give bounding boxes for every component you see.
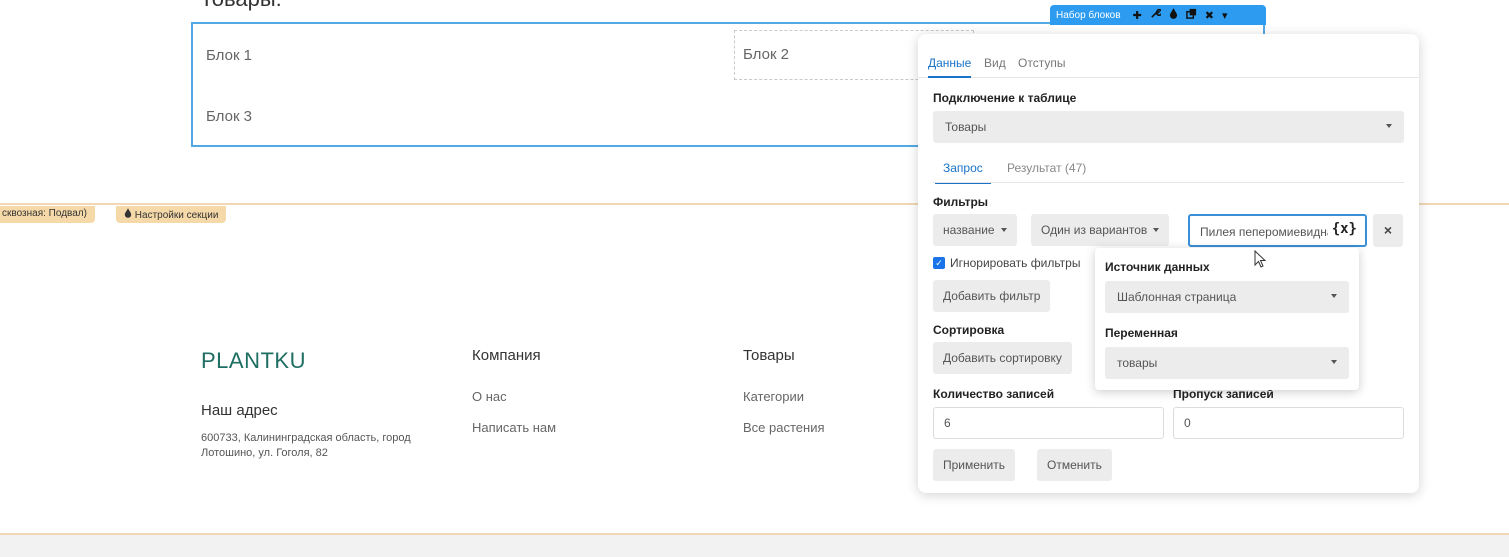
records-count-label: Количество записей bbox=[933, 387, 1055, 401]
footer-col-products-title: Товары bbox=[743, 347, 795, 364]
ignore-filters-label: Игнорировать фильтры bbox=[950, 256, 1081, 270]
drop-icon[interactable] bbox=[1169, 8, 1178, 22]
tab-view[interactable]: Вид bbox=[984, 56, 1006, 70]
chevron-down-icon bbox=[1331, 294, 1337, 298]
table-select-value: Товары bbox=[945, 120, 987, 134]
remove-filter-button[interactable]: × bbox=[1373, 214, 1403, 247]
tab-margins[interactable]: Отступы bbox=[1018, 56, 1065, 70]
records-skip-input[interactable]: 0 bbox=[1173, 407, 1404, 439]
data-source-select[interactable]: Шаблонная страница bbox=[1105, 281, 1349, 313]
data-source-value: Шаблонная страница bbox=[1117, 290, 1237, 304]
filter-value-input[interactable]: Пилея пеперомиевидная {x} bbox=[1188, 214, 1367, 247]
plus-icon[interactable]: ✚ bbox=[1133, 9, 1142, 22]
page-heading: Товары: bbox=[200, 0, 282, 12]
footer-link-all-plants[interactable]: Все растения bbox=[743, 420, 825, 435]
block-1[interactable]: Блок 1 bbox=[206, 47, 252, 64]
variable-value: товары bbox=[1117, 356, 1158, 370]
chevron-down-icon bbox=[1153, 228, 1160, 232]
data-source-label: Источник данных bbox=[1105, 260, 1210, 274]
footer-bottom-band bbox=[0, 535, 1509, 557]
add-sort-button[interactable]: Добавить сортировку bbox=[933, 342, 1072, 374]
table-connection-label: Подключение к таблице bbox=[933, 91, 1077, 105]
variable-label: Переменная bbox=[1105, 326, 1178, 340]
chevron-down-icon bbox=[1331, 360, 1337, 364]
footer-link-contact[interactable]: Написать нам bbox=[472, 420, 556, 435]
tab-data[interactable]: Данные bbox=[928, 56, 972, 78]
filter-operator-value: Один из вариантов bbox=[1041, 223, 1148, 237]
subtab-query[interactable]: Запрос bbox=[935, 161, 991, 184]
brand-logo[interactable]: PLANTKU bbox=[201, 348, 306, 374]
footer-link-about[interactable]: О нас bbox=[472, 389, 507, 404]
records-count-value: 6 bbox=[944, 416, 951, 430]
block-set-title: Набор блоков bbox=[1056, 9, 1121, 21]
copy-icon[interactable] bbox=[1185, 8, 1197, 22]
filters-label: Фильтры bbox=[933, 195, 989, 209]
cancel-button[interactable]: Отменить bbox=[1037, 449, 1112, 481]
block-3[interactable]: Блок 3 bbox=[206, 108, 252, 125]
variable-select[interactable]: товары bbox=[1105, 347, 1349, 379]
chevron-down-icon bbox=[1000, 228, 1007, 232]
sort-label: Сортировка bbox=[933, 323, 1005, 337]
records-skip-value: 0 bbox=[1184, 416, 1191, 430]
block-2-label: Блок 2 bbox=[743, 46, 790, 63]
block-set-toolbar: Набор блоков ✚ ✖ ▾ bbox=[1050, 5, 1266, 25]
filter-field-dropdown[interactable]: название bbox=[933, 214, 1017, 246]
variable-popover: Источник данных Шаблонная страница Перем… bbox=[1095, 248, 1359, 390]
chevron-down-icon bbox=[1386, 124, 1392, 128]
filter-field-value: название bbox=[943, 223, 995, 237]
section-settings-label: Настройки секции bbox=[134, 210, 219, 221]
filter-value-text: Пилея пеперомиевидная bbox=[1200, 225, 1328, 239]
ignore-filters-checkbox[interactable]: ✓ bbox=[933, 257, 945, 269]
section-settings-button[interactable]: Настройки секции bbox=[116, 206, 227, 223]
table-select[interactable]: Товары bbox=[933, 111, 1404, 143]
wrench-icon[interactable] bbox=[1150, 8, 1163, 22]
filter-operator-dropdown[interactable]: Один из вариантов bbox=[1031, 214, 1170, 246]
panel-tabs: Данные Вид Отступы bbox=[918, 34, 1419, 78]
mouse-cursor-icon bbox=[1254, 249, 1268, 275]
subtab-result[interactable]: Результат (47) bbox=[1007, 161, 1086, 175]
chevron-down-icon[interactable]: ▾ bbox=[1222, 9, 1228, 22]
variable-icon[interactable]: {x} bbox=[1332, 221, 1357, 237]
add-filter-button[interactable]: Добавить фильтр bbox=[933, 280, 1051, 312]
address-title: Наш адрес bbox=[201, 402, 278, 419]
drop-icon bbox=[124, 208, 135, 221]
subtab-divider bbox=[933, 182, 1404, 183]
apply-button[interactable]: Применить bbox=[933, 449, 1016, 481]
records-count-input[interactable]: 6 bbox=[933, 407, 1164, 439]
address-text: 600733, Калининградская область, город Л… bbox=[201, 432, 411, 459]
footer-col-company-title: Компания bbox=[472, 347, 541, 364]
close-icon[interactable]: ✖ bbox=[1205, 9, 1214, 22]
section-name-tag[interactable]: сквозная: Подвал) bbox=[0, 206, 95, 223]
footer-link-categories[interactable]: Категории bbox=[743, 389, 804, 404]
